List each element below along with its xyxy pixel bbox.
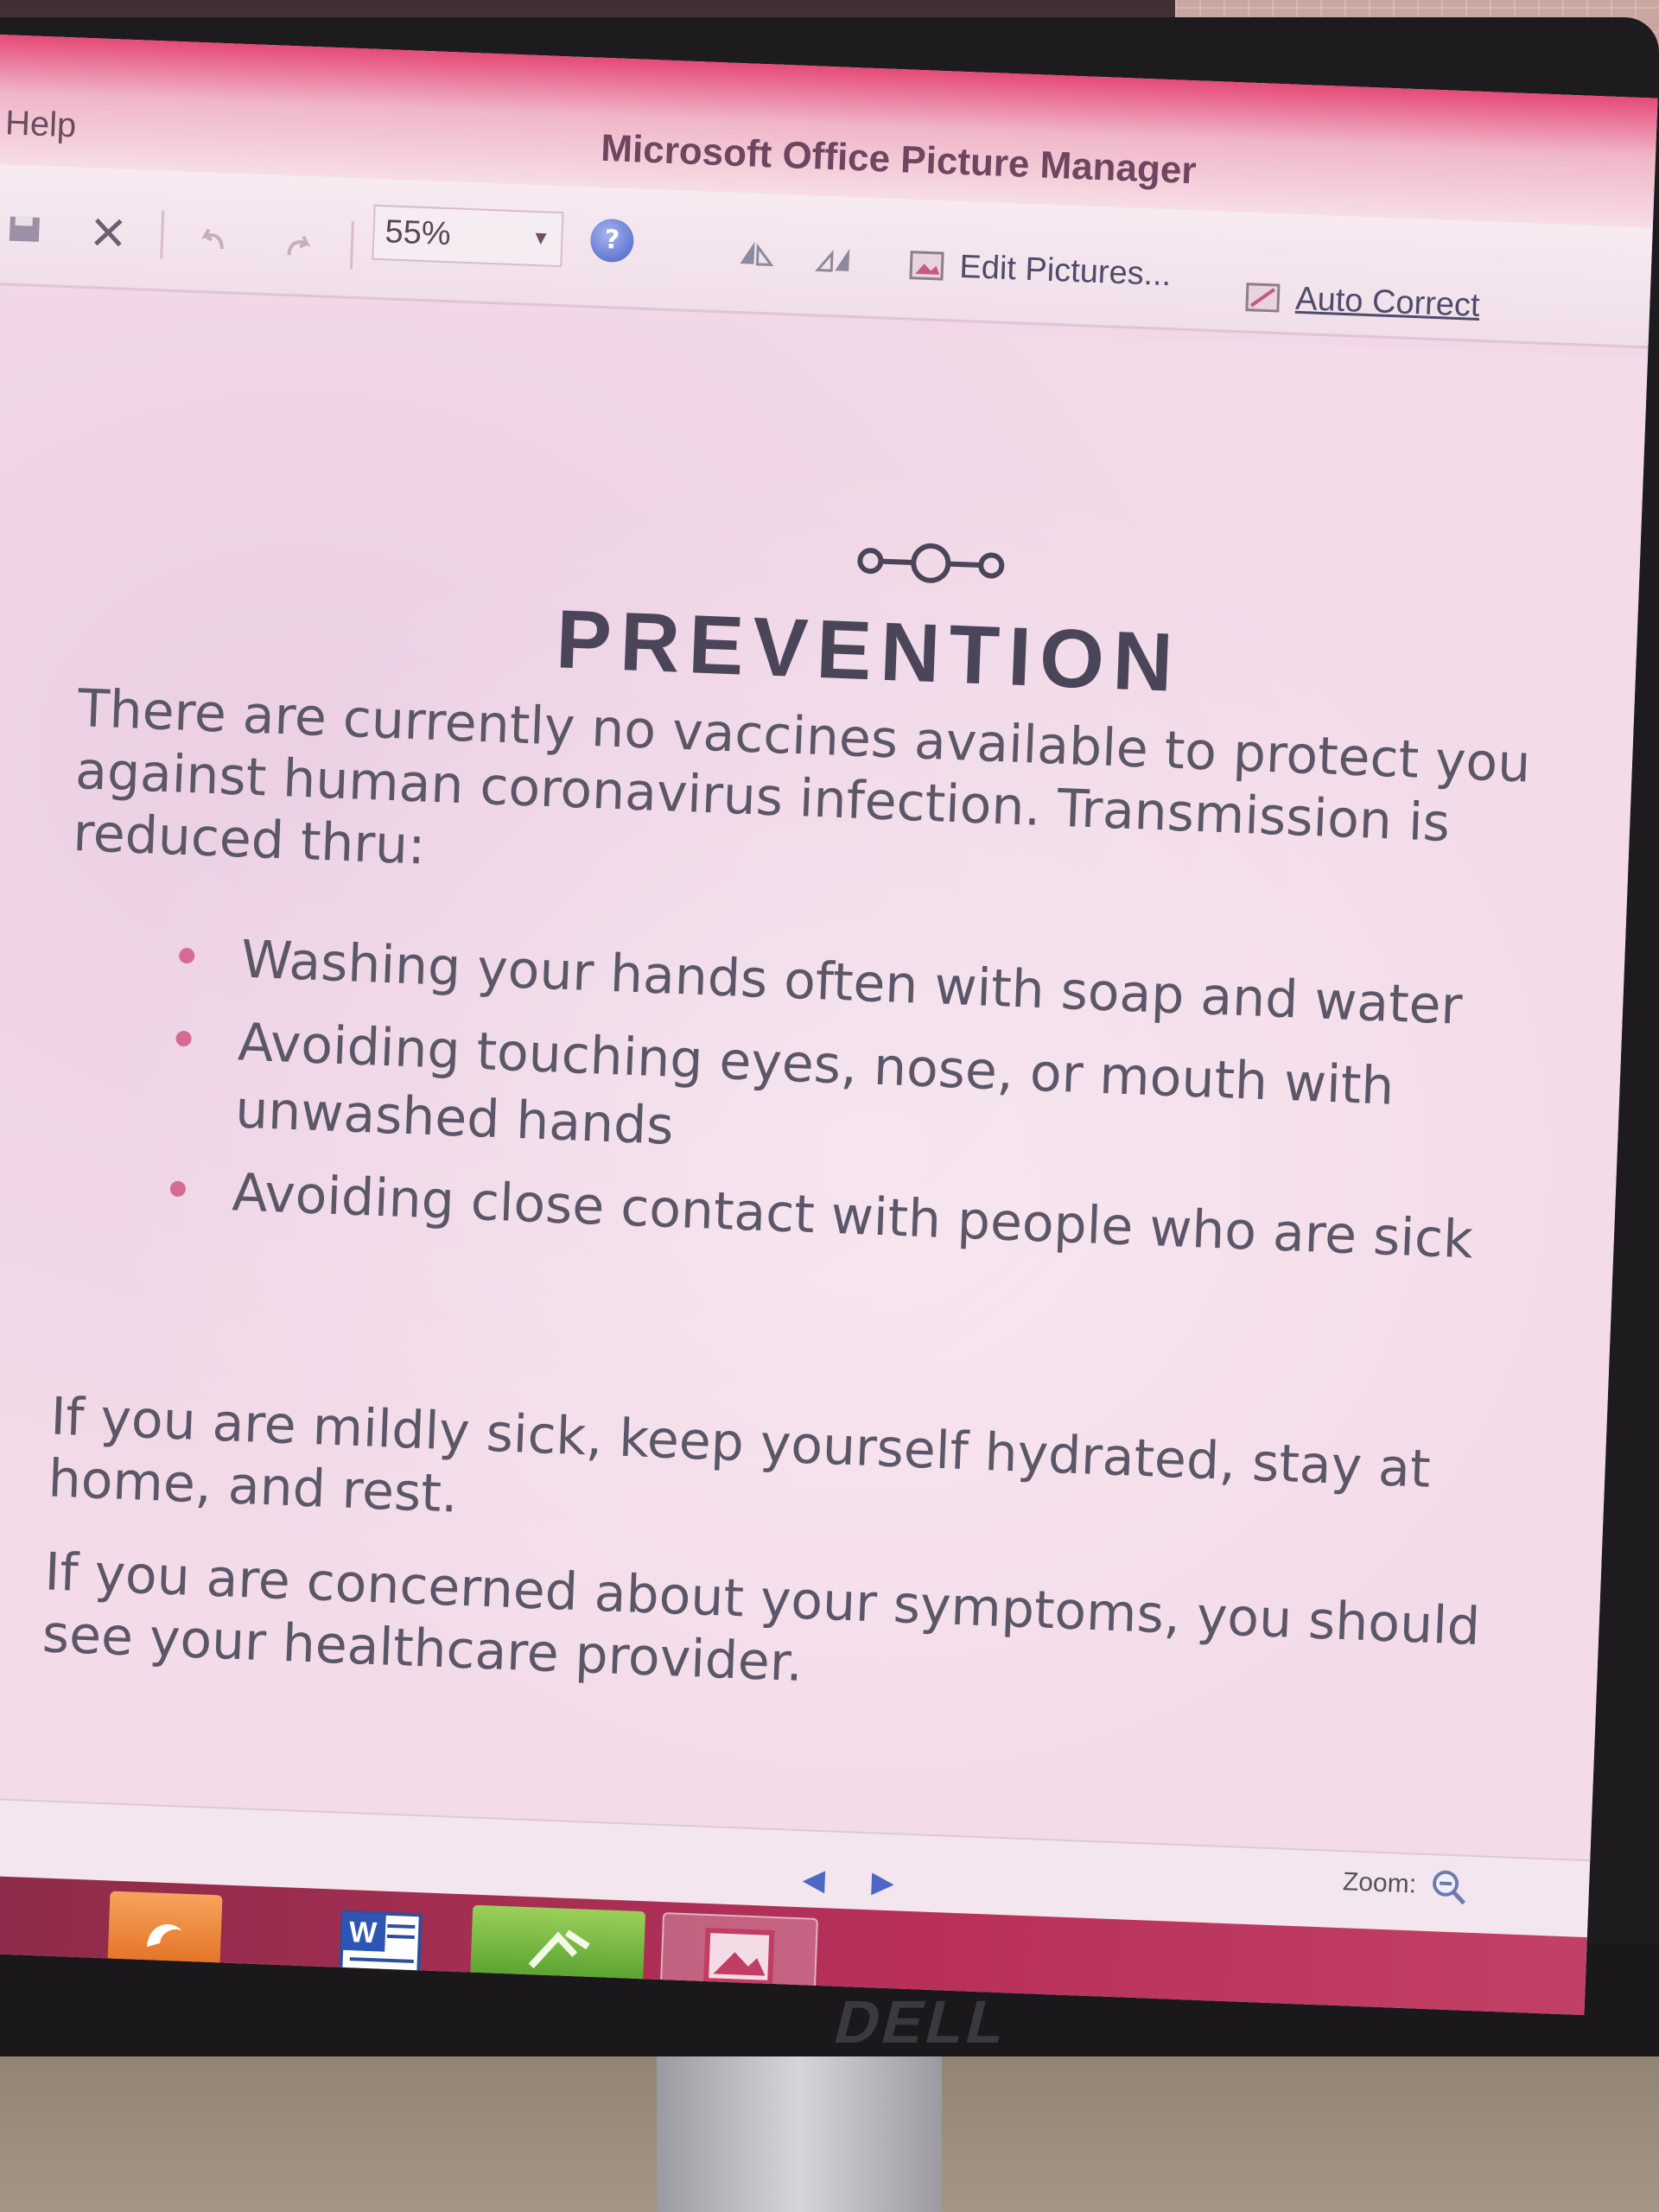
zoom-label: Zoom: <box>1342 1867 1417 1899</box>
menu-help-label: Help <box>4 104 78 145</box>
rotate-right-icon <box>812 238 855 278</box>
chevron-down-icon[interactable]: ▾ <box>535 225 547 251</box>
save-button[interactable] <box>4 209 48 249</box>
slide-preview: PREVENTION There are currently no vaccin… <box>0 293 1649 1860</box>
edit-pictures-label: Edit Pictures... <box>958 248 1173 293</box>
uc-browser-icon <box>147 1924 182 1948</box>
svg-text:W: W <box>348 1916 378 1949</box>
app-title: Microsoft Office Picture Manager <box>600 126 1198 193</box>
undo-icon <box>192 220 235 260</box>
slide-intro-paragraph: There are currently no vaccines availabl… <box>72 678 1532 877</box>
bullet-dot <box>178 947 195 964</box>
toolbar-separator <box>349 220 355 270</box>
redo-button[interactable] <box>276 227 320 267</box>
slide-decoration-icon <box>857 543 1005 583</box>
previous-picture-icon[interactable]: ◀ <box>802 1862 826 1897</box>
monitor-brand-logo: DELL <box>828 1988 1017 2056</box>
menu-help[interactable]: Help <box>4 104 77 145</box>
rotate-right-button[interactable] <box>812 238 855 278</box>
redo-icon <box>276 227 320 267</box>
toolbar-separator <box>160 210 165 259</box>
prevention-bullet-list: Washing your hands often with soap and w… <box>162 923 1521 1291</box>
save-icon <box>4 209 48 249</box>
delete-button[interactable] <box>86 213 130 252</box>
auto-correct-icon <box>1243 277 1287 317</box>
app-icon <box>528 1929 590 1968</box>
slide-title: PREVENTION <box>554 593 1184 709</box>
auto-correct-label: Auto Correct <box>1294 280 1481 324</box>
slide-paragraph-concerned: If you are concerned about your symptoms… <box>41 1541 1482 1694</box>
zoom-value: 55% <box>384 213 452 253</box>
bullet-text: Avoiding touching eyes, nose, or mouth w… <box>234 1012 1395 1157</box>
undo-button[interactable] <box>192 220 235 260</box>
bullet-dot <box>169 1180 187 1198</box>
rotate-left-icon <box>734 232 778 272</box>
delete-icon <box>86 213 130 252</box>
rotate-left-button[interactable] <box>734 232 778 272</box>
next-picture-icon[interactable]: ▶ <box>871 1865 895 1900</box>
slide-paragraph-mild-sickness: If you are mildly sick, keep yourself hy… <box>47 1386 1432 1525</box>
picture-manager-icon <box>703 1927 775 1986</box>
screen: Help Microsoft Office Picture Manager 55… <box>0 35 1658 2016</box>
bullet-dot <box>175 1030 192 1047</box>
zoom-out-icon[interactable] <box>1429 1867 1469 1907</box>
edit-pictures-icon <box>907 246 950 286</box>
